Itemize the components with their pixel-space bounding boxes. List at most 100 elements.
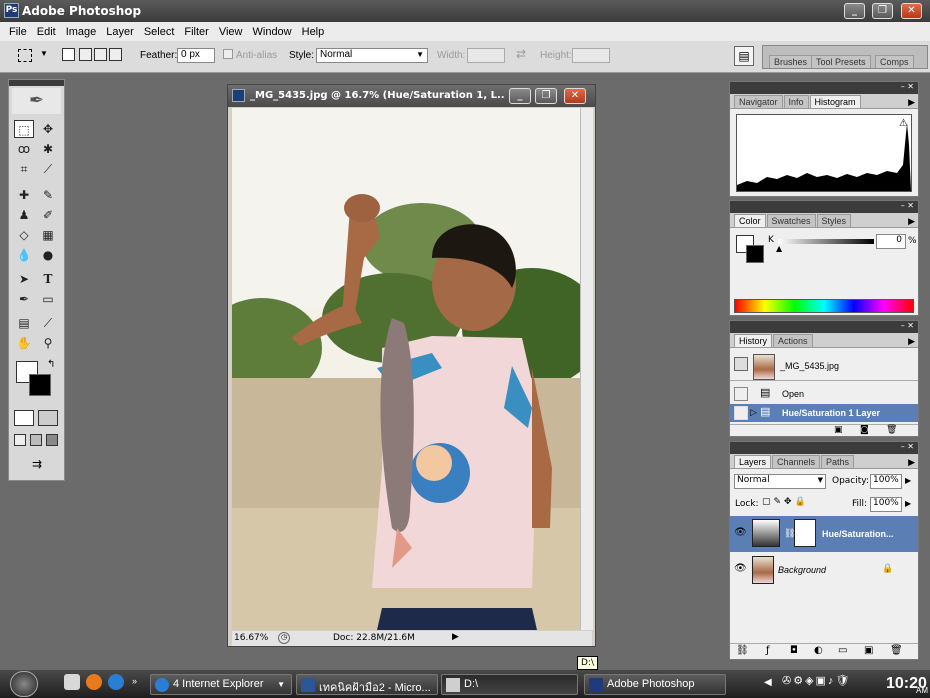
panel-menu-icon[interactable]: ▶ [908,217,915,227]
screen-mode-full-menu-icon[interactable] [30,434,42,446]
eyedropper-icon[interactable]: ⟋ [38,314,58,332]
swap-dimensions-icon[interactable]: ⇄ [516,47,526,61]
tab-color[interactable]: Color [734,214,766,227]
history-state-row[interactable]: ▤ Open [730,385,918,403]
layer-row[interactable]: 👁 Background 🔒 [730,554,918,586]
blur-tool-icon[interactable]: 💧 [14,246,34,264]
width-input[interactable] [467,48,505,63]
link-layers-icon[interactable]: ⛓ [736,645,749,656]
show-desktop-icon[interactable] [64,674,80,690]
tab-actions[interactable]: Actions [773,334,813,347]
tab-histogram[interactable]: Histogram [809,95,861,108]
document-canvas[interactable] [232,108,580,630]
well-tab-comps[interactable]: Comps [875,55,914,68]
quick-mask-icon[interactable] [38,410,58,426]
snapshot-source-icon[interactable] [734,357,748,371]
status-menu-icon[interactable]: ▶ [452,632,459,642]
firefox-icon[interactable] [86,674,102,690]
jump-to-imageready-icon[interactable]: ⇉ [19,457,55,473]
menu-filter[interactable]: Filter [179,26,213,38]
close-button[interactable]: ✕ [901,3,922,19]
screen-mode-standard-icon[interactable] [14,434,26,446]
tray-expand-icon[interactable]: ◀ [764,677,772,688]
marquee-preset-icon[interactable] [18,49,32,62]
height-input[interactable] [572,48,610,63]
menu-select[interactable]: Select [139,26,180,38]
color-ramp[interactable] [734,299,914,313]
add-mask-icon[interactable]: ◘ [790,645,798,656]
subtract-selection-icon[interactable] [94,48,107,61]
standard-mode-icon[interactable] [14,410,34,426]
tab-history[interactable]: History [734,334,773,347]
tab-navigator[interactable]: Navigator [734,95,783,108]
minimize-button[interactable]: _ [844,3,865,19]
panel-menu-icon[interactable]: ▶ [908,337,915,347]
k-value-input[interactable]: 0 [876,234,906,249]
history-state-row-selected[interactable]: ▷ ▤ Hue/Saturation 1 Layer [730,404,918,422]
adjustment-layer-icon[interactable]: ◐ [814,645,823,656]
style-select[interactable]: Normal ▼ [316,48,428,63]
new-document-icon[interactable]: ▣ [834,425,843,435]
new-group-icon[interactable]: ▭ [838,645,847,656]
menu-view[interactable]: View [214,26,248,38]
tab-paths[interactable]: Paths [821,455,855,468]
notes-tool-icon[interactable]: ▤ [14,314,34,332]
fill-input[interactable]: 100% [870,497,902,512]
tab-styles[interactable]: Styles [816,214,852,227]
menu-image[interactable]: Image [61,26,102,38]
slice-tool-icon[interactable]: ⟋ [38,160,58,178]
quicklaunch-overflow-icon[interactable]: » [132,676,137,686]
lock-icons[interactable]: ▢✎✥🔒 [762,497,809,507]
hand-tool-icon[interactable]: ✋ [14,334,34,352]
menu-file[interactable]: File [4,26,32,38]
k-slider-track[interactable] [778,239,874,244]
layer-name[interactable]: Hue/Saturation... [822,529,894,539]
fill-slider-icon[interactable]: ▶ [905,499,911,508]
layer-name[interactable]: Background [778,565,826,575]
blend-mode-select[interactable]: Normal ▼ [734,474,826,489]
feather-logo-icon[interactable]: ✒ [12,88,61,114]
task-explorer-d[interactable]: D:\ [441,674,578,695]
opacity-slider-icon[interactable]: ▶ [905,476,911,485]
status-info-icon[interactable]: ◷ [278,632,290,644]
gradient-tool-icon[interactable]: ▦ [38,226,58,244]
well-tab-tool-presets[interactable]: Tool Presets [811,55,871,68]
crop-tool-icon[interactable]: ⌗ [14,160,34,178]
healing-brush-icon[interactable]: ✚ [14,186,34,204]
zoom-level[interactable]: 16.67% [234,633,268,643]
well-tab-brushes[interactable]: Brushes [769,55,813,68]
menu-help[interactable]: Help [297,26,330,38]
swap-colors-icon[interactable]: ↰ [47,359,55,370]
eye-icon[interactable]: 👁 [734,563,747,574]
eraser-tool-icon[interactable]: ◇ [14,226,34,244]
clone-stamp-icon[interactable]: ♟ [14,206,34,224]
history-brush-icon[interactable]: ✐ [38,206,58,224]
menu-layer[interactable]: Layer [101,26,139,38]
intersect-selection-icon[interactable] [109,48,122,61]
marquee-tool-icon[interactable]: ⬚ [14,120,34,138]
task-photoshop[interactable]: Adobe Photoshop [584,674,726,695]
type-tool-icon[interactable]: T [38,270,58,288]
new-selection-icon[interactable] [62,48,75,61]
pen-tool-icon[interactable]: ✒ [14,290,34,308]
tab-layers[interactable]: Layers [734,455,772,468]
doc-close-button[interactable]: ✕ [564,88,586,104]
delete-layer-icon[interactable]: 🗑 [890,645,903,656]
task-internet-explorer[interactable]: 4 Internet Explorer ▼ [150,674,292,695]
zoom-tool-icon[interactable]: ⚲ [38,334,58,352]
shape-tool-icon[interactable]: ▭ [38,290,58,308]
history-brush-source-box[interactable] [734,387,748,401]
new-layer-icon[interactable]: ▣ [864,645,873,656]
antialias-checkbox[interactable] [223,49,233,59]
menu-window[interactable]: Window [248,26,297,38]
history-snapshot-row[interactable]: _MG_5435.jpg [730,351,918,381]
doc-maximize-button[interactable]: ❐ [535,88,557,104]
task-word-document[interactable]: เทคนิคฝ้ามือ2 - Micro... [296,674,438,695]
start-button[interactable] [10,671,38,697]
panel-menu-icon[interactable]: ▶ [908,98,915,108]
eye-icon[interactable]: 👁 [734,527,747,538]
trash-icon[interactable]: 🗑 [886,425,897,435]
warning-icon[interactable]: ⚠ [899,118,908,129]
color-bg-swatch[interactable] [746,245,764,263]
lasso-tool-icon[interactable]: ꝏ [14,140,34,158]
